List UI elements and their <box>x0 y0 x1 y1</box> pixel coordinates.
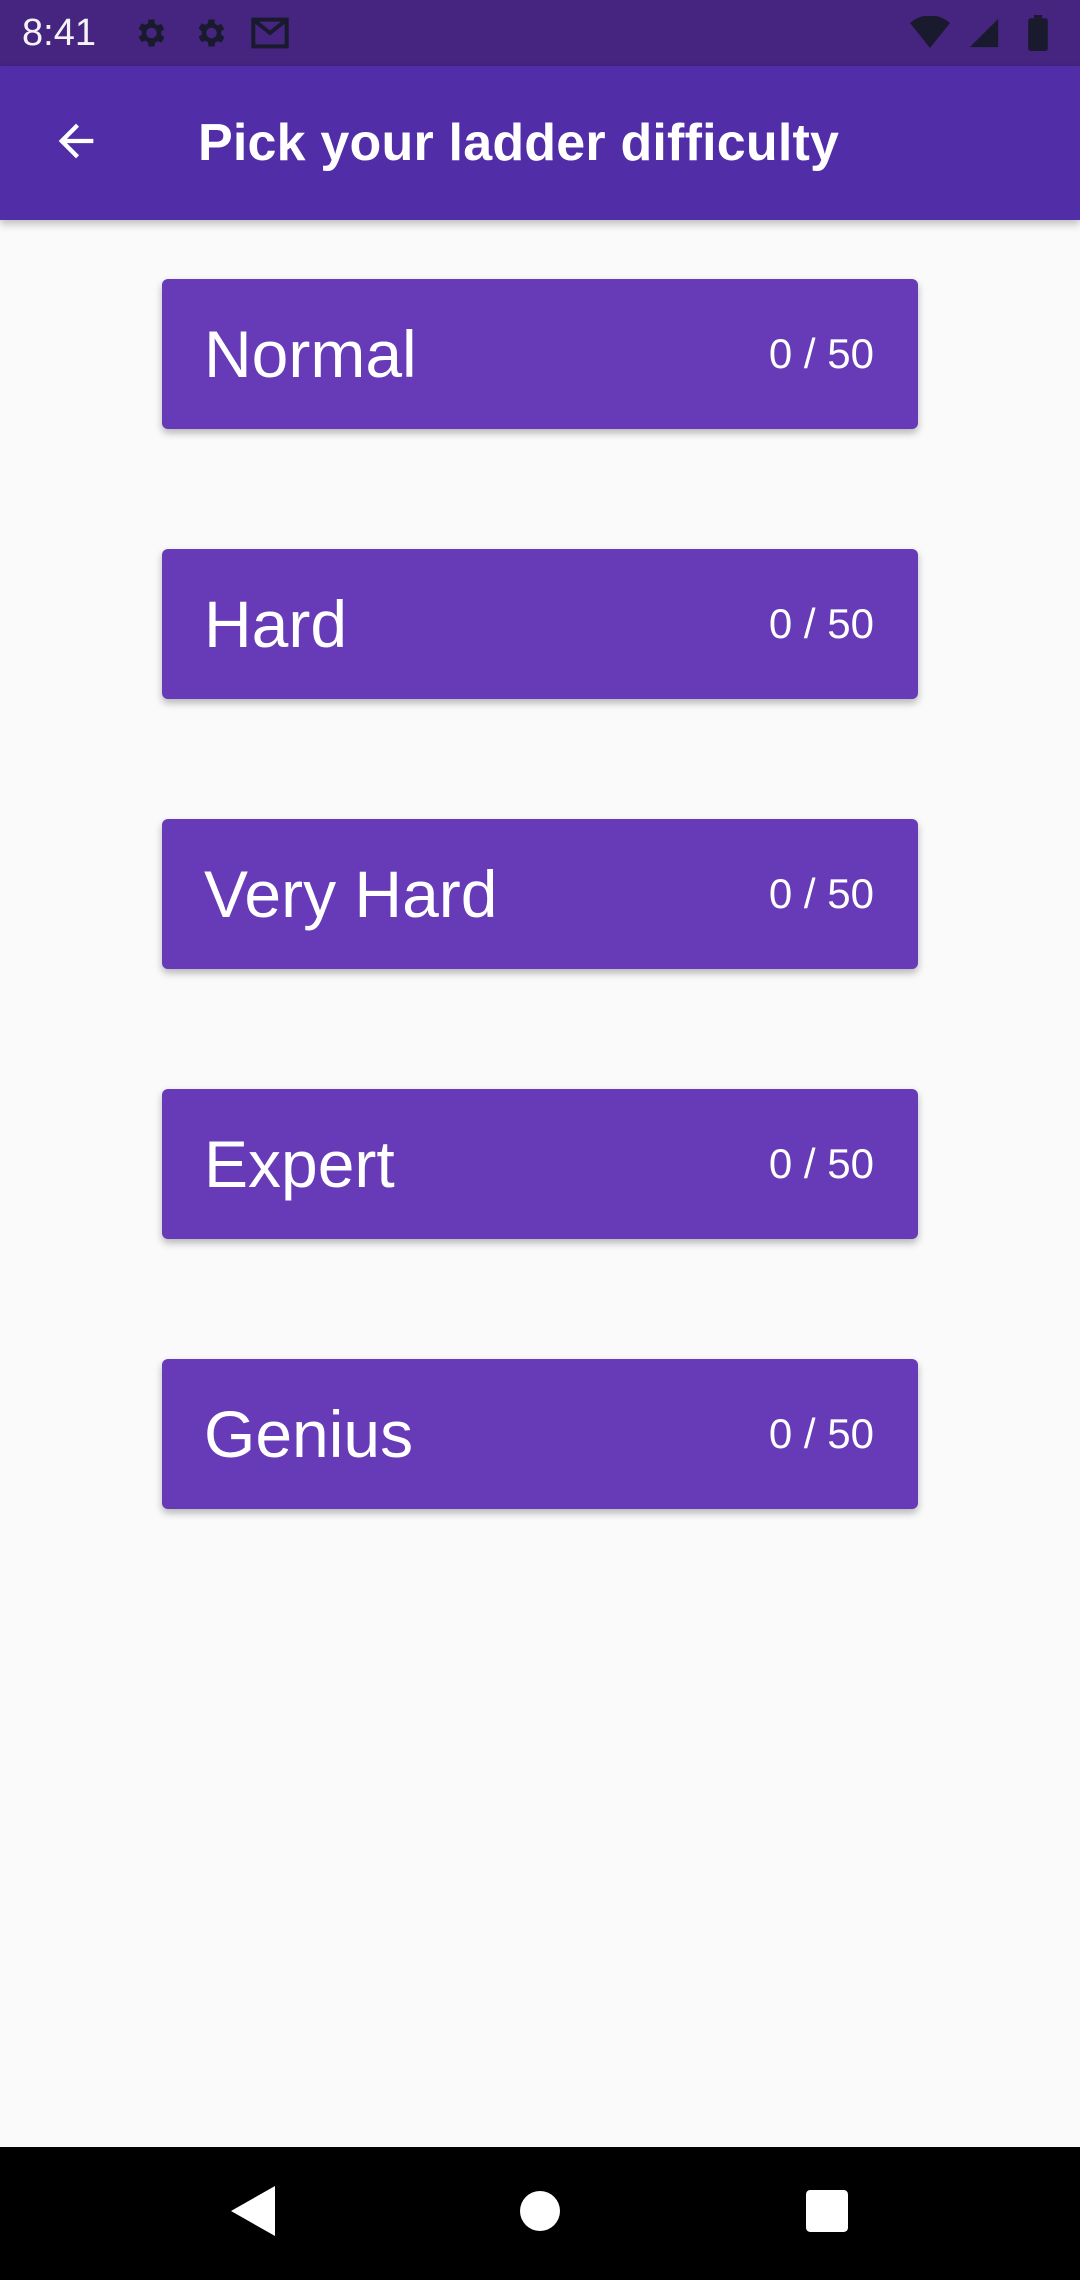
gear-icon <box>190 13 230 53</box>
level-progress: 0 / 50 <box>768 1140 874 1187</box>
gmail-icon <box>250 13 290 53</box>
nav-home-button[interactable] <box>495 2169 585 2259</box>
level-card-hard[interactable]: Hard 0 / 50 <box>162 549 918 699</box>
nav-recents-button[interactable] <box>782 2169 872 2259</box>
recents-square-icon <box>805 2190 848 2237</box>
level-name: Expert <box>204 1127 395 1201</box>
back-triangle-icon <box>231 2186 276 2241</box>
wifi-icon <box>910 13 950 53</box>
battery-icon <box>1018 13 1058 53</box>
status-time: 8:41 <box>22 11 96 54</box>
level-name: Genius <box>204 1397 414 1471</box>
level-progress: 0 / 50 <box>768 1410 874 1457</box>
signal-icon <box>964 13 1004 53</box>
level-progress: 0 / 50 <box>768 330 874 377</box>
app-bar: Pick your ladder difficulty <box>0 66 1080 220</box>
page-title: Pick your ladder difficulty <box>198 114 840 172</box>
navigation-bar <box>0 2147 1080 2280</box>
level-progress: 0 / 50 <box>768 870 874 917</box>
level-name: Very Hard <box>204 857 498 931</box>
level-progress: 0 / 50 <box>768 600 874 647</box>
level-card-very-hard[interactable]: Very Hard 0 / 50 <box>162 819 918 969</box>
gear-icon <box>130 13 170 53</box>
status-right <box>910 13 1058 53</box>
arrow-back-icon <box>50 115 102 172</box>
status-left: 8:41 <box>22 12 290 55</box>
status-bar: 8:41 <box>0 0 1080 66</box>
level-name: Normal <box>204 317 417 391</box>
level-card-normal[interactable]: Normal 0 / 50 <box>162 279 918 429</box>
screen: 8:41 Pick your ladder difficulty Normal … <box>0 0 1080 2280</box>
home-circle-icon <box>518 2189 562 2238</box>
level-card-genius[interactable]: Genius 0 / 50 <box>162 1359 918 1509</box>
level-name: Hard <box>204 587 348 661</box>
level-card-expert[interactable]: Expert 0 / 50 <box>162 1089 918 1239</box>
nav-back-button[interactable] <box>208 2169 298 2259</box>
back-button[interactable] <box>16 66 136 220</box>
